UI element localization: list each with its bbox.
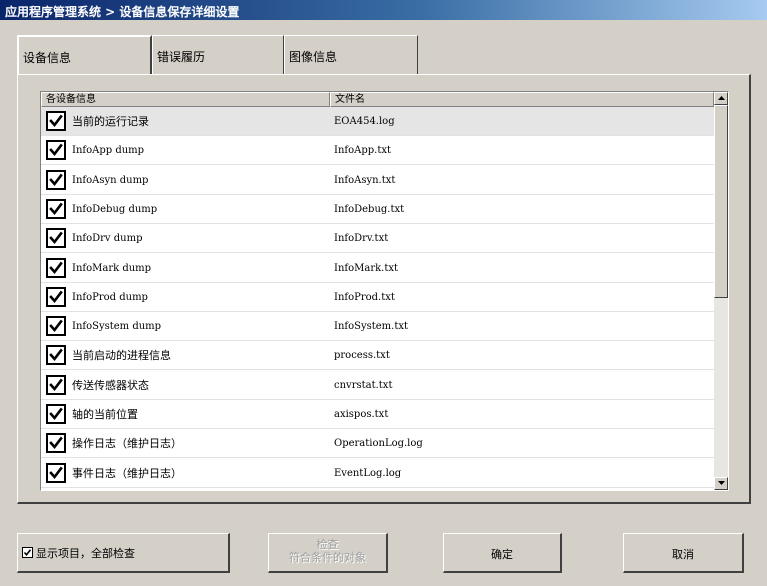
row-item-name: InfoDrv dump xyxy=(72,233,143,245)
row-item-name: InfoDebug dump xyxy=(72,203,158,215)
row-file-name: InfoDebug.txt xyxy=(334,203,405,215)
row-checkbox[interactable] xyxy=(46,198,66,219)
check-button-line1: 检查 xyxy=(316,538,339,551)
cancel-button-label: 取消 xyxy=(672,548,694,561)
table-row[interactable]: 事件日志（维护日志） EventLog.log xyxy=(41,459,714,488)
row-checkbox[interactable] xyxy=(46,316,66,337)
checkmark-icon xyxy=(49,261,63,274)
device-info-list[interactable]: 各设备信息 文件名 当前的运行记录 EOA454.log InfoApp dump I… xyxy=(40,91,729,491)
checkmark-icon xyxy=(49,290,63,303)
checkmark-icon xyxy=(49,349,63,362)
row-item-name: InfoProd dump xyxy=(72,291,148,303)
table-row[interactable]: 操作日志（维护日志） OperationLog.log xyxy=(41,429,714,459)
cancel-button[interactable]: 取消 xyxy=(623,533,744,573)
row-item-name: 轴的当前位置 xyxy=(72,408,138,421)
row-item-name: 当前的运行记录 xyxy=(72,115,149,128)
row-item-name: 事件日志（维护日志） xyxy=(72,466,182,480)
tab-error-history[interactable]: 错误履历 xyxy=(152,35,284,74)
show-all-checkbox[interactable] xyxy=(22,547,33,558)
show-all-check-toggle[interactable]: 显示项目，全部检查 xyxy=(17,533,230,573)
row-file-name: process.txt xyxy=(334,350,390,362)
ok-button-label: 确定 xyxy=(491,548,513,561)
row-file-name: InfoProd.txt xyxy=(334,291,395,303)
scroll-thumb[interactable] xyxy=(714,105,728,298)
scroll-up-button[interactable] xyxy=(714,92,728,105)
check-matching-button[interactable]: 检查 符合条件的对象 xyxy=(268,533,388,573)
checkmark-icon xyxy=(49,173,63,186)
row-item-name: 传送传感器状态 xyxy=(72,378,149,392)
tab-image-info[interactable]: 图像信息 xyxy=(284,35,418,74)
row-checkbox[interactable] xyxy=(46,257,66,278)
title-bar: 应用程序管理系统 > 设备信息保存详细设置 xyxy=(0,0,767,20)
list-header: 各设备信息 文件名 xyxy=(41,92,714,107)
list-body: 各设备信息 文件名 当前的运行记录 EOA454.log InfoApp dump I… xyxy=(41,92,714,490)
window-title: 应用程序管理系统 > 设备信息保存详细设置 xyxy=(5,5,240,19)
checkmark-icon xyxy=(49,143,63,157)
row-item-name: 当前启动的进程信息 xyxy=(72,349,171,363)
checkmark-icon xyxy=(49,319,63,333)
checkmark-icon xyxy=(49,436,63,450)
vertical-scrollbar[interactable] xyxy=(714,92,728,490)
row-file-name: InfoAsyn.txt xyxy=(334,174,396,186)
row-file-name: InfoMark.txt xyxy=(334,262,399,274)
row-file-name: InfoSystem.txt xyxy=(334,321,409,333)
table-row[interactable]: InfoDebug dump InfoDebug.txt xyxy=(41,195,714,224)
row-file-name: OperationLog.log xyxy=(334,438,423,450)
row-file-name: EOA454.log xyxy=(334,116,395,127)
row-checkbox[interactable] xyxy=(46,433,66,454)
row-item-name: InfoMark dump xyxy=(72,262,152,274)
checkmark-icon xyxy=(49,202,63,215)
row-item-name: 操作日志（维护日志） xyxy=(72,437,182,451)
arrow-down-icon xyxy=(718,481,725,485)
checkmark-icon xyxy=(49,231,63,245)
row-file-name: EventLog.log xyxy=(334,467,402,479)
row-file-name: InfoDrv.txt xyxy=(334,233,389,245)
checkmark-icon xyxy=(49,114,63,128)
tab-device-info[interactable]: 设备信息 xyxy=(17,35,152,74)
checkmark-icon xyxy=(49,407,63,421)
row-checkbox[interactable] xyxy=(46,111,66,131)
row-file-name: InfoApp.txt xyxy=(334,145,391,157)
row-checkbox[interactable] xyxy=(46,404,66,424)
row-checkbox[interactable] xyxy=(46,228,66,249)
row-item-name: InfoAsyn dump xyxy=(72,174,149,186)
row-item-name: InfoSystem dump xyxy=(72,321,162,333)
row-checkbox[interactable] xyxy=(46,286,66,307)
check-button-line2: 符合条件的对象 xyxy=(289,551,366,564)
table-row[interactable]: InfoSystem dump InfoSystem.txt xyxy=(41,312,714,342)
row-checkbox[interactable] xyxy=(46,169,66,190)
show-all-label: 显示项目，全部检查 xyxy=(36,547,135,560)
row-file-name: axispos.txt xyxy=(334,409,389,420)
tab-image-info-label: 图像信息 xyxy=(289,50,338,64)
scroll-down-button[interactable] xyxy=(714,477,728,490)
table-row[interactable]: 传送传感器状态 cnvrstat.txt xyxy=(41,371,714,400)
table-row[interactable]: InfoProd dump InfoProd.txt xyxy=(41,283,714,312)
row-checkbox[interactable] xyxy=(46,374,66,395)
checkmark-icon xyxy=(49,466,63,479)
ok-button[interactable]: 确定 xyxy=(443,533,562,573)
row-checkbox[interactable] xyxy=(46,140,66,161)
tab-error-history-label: 错误履历 xyxy=(157,50,206,64)
column-header-file-name[interactable]: 文件名 xyxy=(330,92,714,107)
table-row[interactable]: InfoAsyn dump InfoAsyn.txt xyxy=(41,166,714,195)
checkmark-icon xyxy=(49,378,63,391)
column-header-device-info[interactable]: 各设备信息 xyxy=(41,92,330,107)
row-checkbox[interactable] xyxy=(46,462,66,483)
checkmark-icon xyxy=(23,549,32,557)
arrow-up-icon xyxy=(718,96,725,100)
row-checkbox[interactable] xyxy=(46,345,66,366)
table-row[interactable]: 轴的当前位置 axispos.txt xyxy=(41,400,714,429)
table-row[interactable]: InfoMark dump InfoMark.txt xyxy=(41,254,714,283)
row-file-name: cnvrstat.txt xyxy=(334,379,393,391)
table-row[interactable]: 当前的运行记录 EOA454.log xyxy=(41,107,714,136)
table-row[interactable]: InfoApp dump InfoApp.txt xyxy=(41,136,714,166)
table-row[interactable]: 当前启动的进程信息 process.txt xyxy=(41,341,714,371)
table-row[interactable]: InfoDrv dump InfoDrv.txt xyxy=(41,224,714,254)
row-item-name: InfoApp dump xyxy=(72,145,145,157)
tab-device-info-label: 设备信息 xyxy=(23,51,72,65)
